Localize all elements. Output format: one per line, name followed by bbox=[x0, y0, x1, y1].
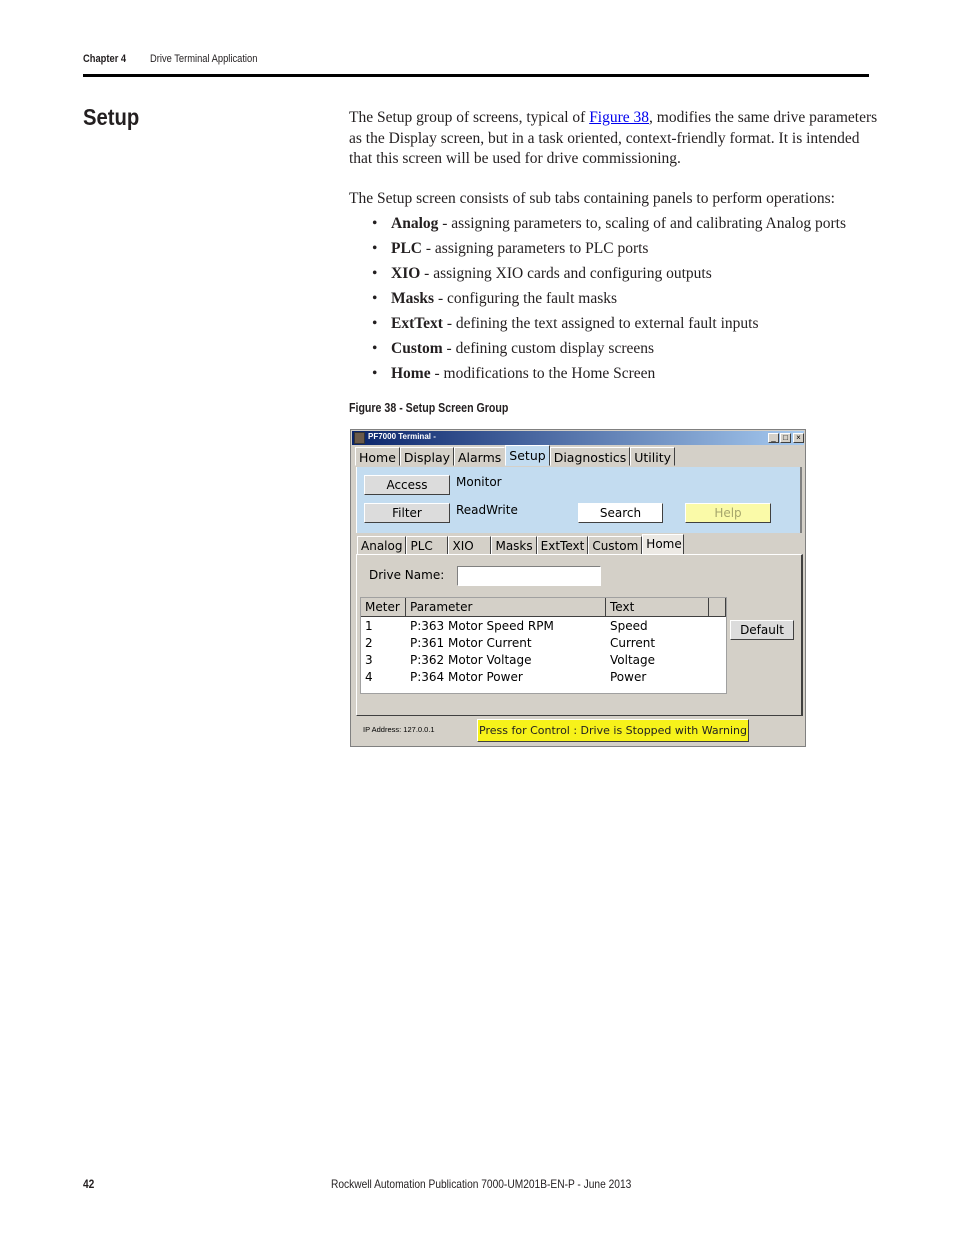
minimize-button[interactable]: _ bbox=[768, 433, 779, 443]
bullet-icon: • bbox=[372, 240, 378, 257]
column-header-meter[interactable]: Meter bbox=[361, 598, 406, 617]
filter-button[interactable]: Filter bbox=[364, 503, 450, 523]
bullet-icon: • bbox=[372, 265, 378, 282]
table-row[interactable]: 4 P:364 Motor Power Power bbox=[361, 669, 726, 686]
figure-caption: Figure 38 - Setup Screen Group bbox=[349, 401, 509, 415]
filter-value: ReadWrite bbox=[456, 503, 518, 517]
setup-subtabs: Analog PLC XIO Masks ExtText Custom Home bbox=[357, 534, 685, 555]
bullet-icon: • bbox=[372, 365, 378, 382]
terminal-window: PF7000 Terminal - _ □ × Home Display Ala… bbox=[350, 429, 806, 747]
parameter-cell: P:362 Motor Voltage bbox=[410, 653, 532, 667]
meter-cell: 2 bbox=[365, 636, 373, 650]
window-title: PF7000 Terminal - bbox=[368, 432, 436, 441]
table-header: Meter Parameter Text bbox=[361, 598, 726, 617]
subtab-list: • Analog - assigning parameters to, scali… bbox=[372, 214, 846, 389]
subtab-exttext[interactable]: ExtText bbox=[536, 536, 589, 555]
running-header: Chapter 4 Drive Terminal Application bbox=[83, 53, 257, 65]
tab-diagnostics[interactable]: Diagnostics bbox=[549, 447, 631, 466]
section-label: Drive Terminal Application bbox=[150, 53, 258, 65]
default-button[interactable]: Default bbox=[730, 620, 794, 640]
list-item: • XIO - assigning XIO cards and configuri… bbox=[372, 265, 712, 282]
help-button[interactable]: Help bbox=[685, 503, 771, 523]
subtab-home[interactable]: Home bbox=[642, 534, 685, 555]
bullet-icon: • bbox=[372, 290, 378, 307]
search-button[interactable]: Search bbox=[578, 503, 663, 523]
app-icon bbox=[354, 432, 365, 444]
list-item: • Analog - assigning parameters to, scali… bbox=[372, 215, 847, 232]
subtab-analog[interactable]: Analog bbox=[357, 536, 407, 555]
text-cell: Power bbox=[610, 670, 647, 684]
main-tabs: Home Display Alarms Setup Diagnostics Ut… bbox=[355, 445, 676, 466]
tab-display[interactable]: Display bbox=[399, 447, 454, 466]
drive-name-input[interactable] bbox=[457, 566, 601, 586]
meter-cell: 3 bbox=[365, 653, 373, 667]
drive-name-label: Drive Name: bbox=[369, 568, 445, 582]
list-item: • Masks - configuring the fault masks bbox=[372, 290, 618, 307]
access-button[interactable]: Access bbox=[364, 475, 450, 495]
meter-cell: 4 bbox=[365, 670, 373, 684]
tab-utility[interactable]: Utility bbox=[630, 447, 676, 466]
figure-38-link[interactable]: Figure 38 bbox=[589, 109, 649, 126]
parameter-cell: P:364 Motor Power bbox=[410, 670, 523, 684]
bullet-icon: • bbox=[372, 215, 378, 232]
text-cell: Current bbox=[610, 636, 656, 650]
intro-paragraph: The Setup group of screens, typical of F… bbox=[349, 109, 878, 167]
list-item: • Custom - defining custom display screen… bbox=[372, 340, 655, 357]
table-row[interactable]: 3 P:362 Motor Voltage Voltage bbox=[361, 652, 726, 669]
meter-table[interactable]: Meter Parameter Text 1 P:363 Motor Speed… bbox=[360, 597, 727, 694]
parameter-cell: P:361 Motor Current bbox=[410, 636, 532, 650]
publication-info: Rockwell Automation Publication 7000-UM2… bbox=[331, 1177, 632, 1191]
subtab-custom[interactable]: Custom bbox=[588, 536, 643, 555]
tab-setup[interactable]: Setup bbox=[505, 445, 550, 466]
column-header-parameter[interactable]: Parameter bbox=[406, 598, 606, 617]
list-item: • PLC - assigning parameters to PLC ports bbox=[372, 240, 649, 257]
tab-alarms[interactable]: Alarms bbox=[454, 447, 506, 466]
bullet-icon: • bbox=[372, 315, 378, 332]
title-bar[interactable]: PF7000 Terminal - _ □ × bbox=[352, 431, 804, 445]
setup-toolbar-panel: Access Monitor Filter ReadWrite Search H… bbox=[356, 467, 802, 533]
close-button[interactable]: × bbox=[793, 433, 804, 443]
text-cell: Voltage bbox=[610, 653, 656, 667]
table-row[interactable]: 1 P:363 Motor Speed RPM Speed bbox=[361, 618, 726, 635]
section-heading: Setup bbox=[83, 104, 140, 130]
column-header-text[interactable]: Text bbox=[606, 598, 709, 617]
column-header-filler bbox=[709, 598, 726, 617]
subtab-plc[interactable]: PLC bbox=[406, 536, 449, 555]
press-for-control-button[interactable]: Press for Control : Drive is Stopped wit… bbox=[477, 719, 749, 742]
access-level: Monitor bbox=[456, 475, 502, 489]
chapter-label: Chapter 4 bbox=[83, 53, 127, 65]
page-number: 42 bbox=[83, 1177, 95, 1191]
list-item: • ExtText - defining the text assigned to… bbox=[372, 315, 759, 332]
subtab-masks[interactable]: Masks bbox=[491, 536, 537, 555]
header-rule bbox=[83, 74, 869, 77]
bullet-icon: • bbox=[372, 340, 378, 357]
home-subtab-panel: Drive Name: Meter Parameter Text 1 P:363… bbox=[356, 554, 803, 716]
tab-home[interactable]: Home bbox=[355, 447, 400, 466]
lead-paragraph: The Setup screen consists of sub tabs co… bbox=[349, 190, 835, 207]
text-cell: Speed bbox=[610, 619, 648, 633]
status-bar: IP Address: 127.0.0.1 Press for Control … bbox=[352, 716, 804, 746]
list-item: • Home - modifications to the Home Screen bbox=[372, 365, 656, 382]
table-row[interactable]: 2 P:361 Motor Current Current bbox=[361, 635, 726, 652]
maximize-button[interactable]: □ bbox=[780, 433, 791, 443]
ip-address: IP Address: 127.0.0.1 bbox=[363, 725, 435, 734]
subtab-xio[interactable]: XIO bbox=[448, 536, 492, 555]
meter-cell: 1 bbox=[365, 619, 373, 633]
parameter-cell: P:363 Motor Speed RPM bbox=[410, 619, 554, 633]
